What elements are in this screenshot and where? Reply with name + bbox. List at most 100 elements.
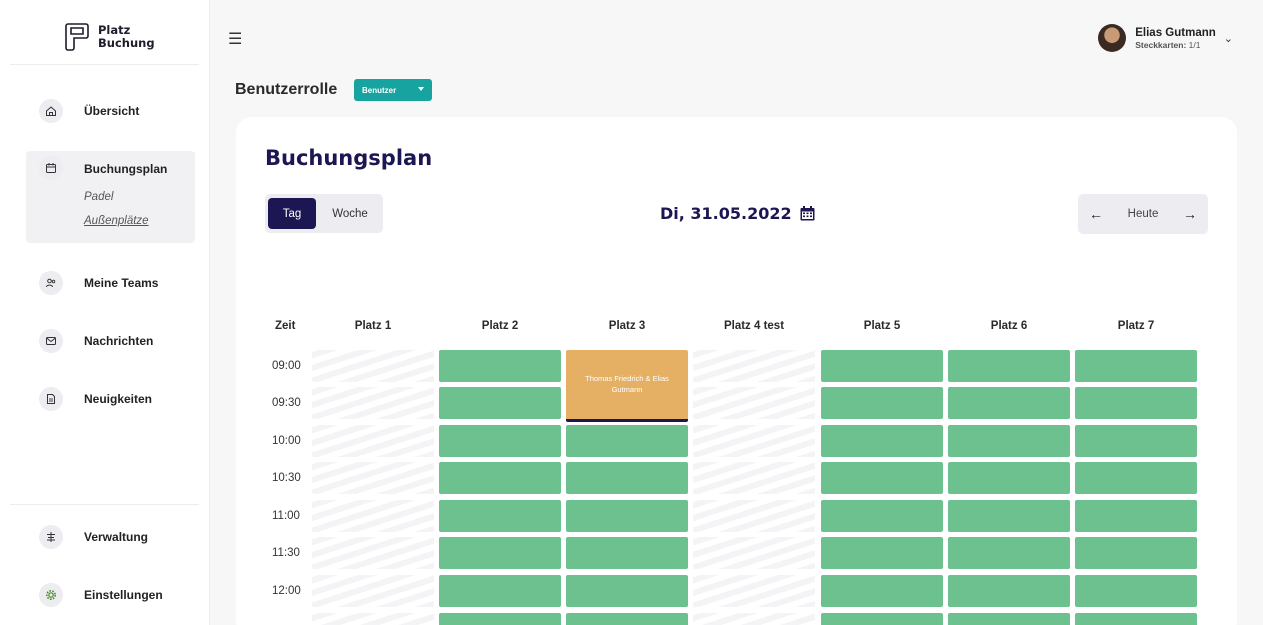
court-header: Platz 4 test xyxy=(723,320,785,332)
gear-icon xyxy=(39,583,63,607)
blocked-slot xyxy=(312,537,434,569)
free-slot[interactable] xyxy=(1075,613,1197,625)
free-slot[interactable] xyxy=(566,613,688,625)
free-slot[interactable] xyxy=(948,425,1070,457)
sidebar-item-meine-teams[interactable]: Meine Teams xyxy=(26,269,195,297)
time-column-header: Zeit xyxy=(275,320,296,332)
free-slot[interactable] xyxy=(1075,500,1197,532)
free-slot[interactable] xyxy=(1075,537,1197,569)
free-slot[interactable] xyxy=(566,425,688,457)
today-button[interactable]: Heute xyxy=(1128,208,1159,220)
court-header: Platz 7 xyxy=(1117,320,1155,332)
court-header: Platz 5 xyxy=(863,320,901,332)
free-slot[interactable] xyxy=(1075,387,1197,419)
menu-icon[interactable]: ☰ xyxy=(228,29,242,49)
booking-slot[interactable]: Thomas Friedrich & Elias Gutmann xyxy=(566,350,688,422)
top-bar: ☰ Elias Gutmann Steckkarten: 1/1 ⌄ xyxy=(210,0,1263,64)
free-slot[interactable] xyxy=(439,613,561,625)
sliders-icon xyxy=(39,525,63,549)
caret-down-icon xyxy=(418,87,424,91)
sidebar-item-verwaltung[interactable]: Verwaltung xyxy=(26,523,195,551)
blocked-slot xyxy=(693,350,815,382)
sidebar-item-einstellungen[interactable]: Einstellungen xyxy=(26,581,195,609)
user-info: Elias Gutmann Steckkarten: 1/1 xyxy=(1135,27,1216,50)
sidebar-item-uebersicht[interactable]: Übersicht xyxy=(26,97,195,125)
court-header: Platz 1 xyxy=(354,320,392,332)
sidebar-item-neuigkeiten[interactable]: Neuigkeiten xyxy=(26,385,195,413)
app-logo[interactable]: Platz Buchung xyxy=(64,22,155,52)
free-slot[interactable] xyxy=(948,462,1070,494)
free-slot[interactable] xyxy=(821,425,943,457)
time-label: 09:30 xyxy=(272,397,301,409)
free-slot[interactable] xyxy=(948,350,1070,382)
sidebar-item-label: Einstellungen xyxy=(84,588,163,602)
free-slot[interactable] xyxy=(821,350,943,382)
sidebar-subitem-aussenplaetze[interactable]: Außenplätze xyxy=(84,215,149,227)
page-title: Buchungsplan xyxy=(265,146,433,170)
user-menu[interactable]: Elias Gutmann Steckkarten: 1/1 ⌄ xyxy=(1098,24,1233,52)
logo-line-1: Platz xyxy=(98,23,131,37)
blocked-slot xyxy=(693,462,815,494)
free-slot[interactable] xyxy=(566,575,688,607)
free-slot[interactable] xyxy=(566,462,688,494)
free-slot[interactable] xyxy=(821,537,943,569)
free-slot[interactable] xyxy=(948,537,1070,569)
blocked-slot xyxy=(312,613,434,625)
sidebar-item-label: Neuigkeiten xyxy=(84,392,153,406)
time-label: 12:00 xyxy=(272,585,301,597)
view-week-button[interactable]: Woche xyxy=(325,198,375,229)
free-slot[interactable] xyxy=(439,462,561,494)
blocked-slot xyxy=(312,425,434,457)
blocked-slot xyxy=(693,425,815,457)
free-slot[interactable] xyxy=(566,500,688,532)
blocked-slot xyxy=(312,500,434,532)
free-slot[interactable] xyxy=(821,387,943,419)
free-slot[interactable] xyxy=(439,387,561,419)
divider xyxy=(10,64,199,65)
free-slot[interactable] xyxy=(439,575,561,607)
date-navigation: ← Heute → xyxy=(1078,194,1208,234)
arrow-right-icon[interactable]: → xyxy=(1183,206,1197,222)
free-slot[interactable] xyxy=(439,500,561,532)
free-slot[interactable] xyxy=(1075,350,1197,382)
divider xyxy=(10,504,199,505)
free-slot[interactable] xyxy=(439,350,561,382)
free-slot[interactable] xyxy=(439,425,561,457)
booking-text: Thomas Friedrich & Elias Gutmann xyxy=(585,374,669,394)
sidebar-item-nachrichten[interactable]: Nachrichten xyxy=(26,327,195,355)
chevron-down-icon[interactable]: ⌄ xyxy=(1224,32,1233,45)
logo-text: Platz Buchung xyxy=(98,24,155,50)
role-dropdown[interactable]: Benutzer xyxy=(354,79,432,101)
role-selected: Benutzer xyxy=(362,85,397,95)
sidebar-subitem-padel[interactable]: Padel xyxy=(84,191,113,203)
view-toggle: Tag Woche xyxy=(265,194,383,233)
court-header: Platz 3 xyxy=(608,320,646,332)
free-slot[interactable] xyxy=(948,500,1070,532)
home-icon xyxy=(39,99,63,123)
role-label: Benutzerrolle xyxy=(235,81,338,98)
free-slot[interactable] xyxy=(1075,462,1197,494)
arrow-left-icon[interactable]: ← xyxy=(1089,206,1103,222)
court-header: Platz 2 xyxy=(481,320,519,332)
logo-line-2: Buchung xyxy=(98,36,155,50)
time-label: 09:00 xyxy=(272,360,301,372)
free-slot[interactable] xyxy=(821,500,943,532)
user-sub-value: 1/1 xyxy=(1188,39,1201,50)
free-slot[interactable] xyxy=(821,575,943,607)
free-slot[interactable] xyxy=(1075,575,1197,607)
free-slot[interactable] xyxy=(948,575,1070,607)
blocked-slot xyxy=(312,575,434,607)
date-display[interactable]: Di, 31.05.2022 xyxy=(660,204,816,223)
free-slot[interactable] xyxy=(948,387,1070,419)
free-slot[interactable] xyxy=(439,537,561,569)
free-slot[interactable] xyxy=(821,613,943,625)
free-slot[interactable] xyxy=(821,462,943,494)
calendar-icon[interactable] xyxy=(799,205,816,222)
date-text: Di, 31.05.2022 xyxy=(660,204,792,223)
document-icon xyxy=(39,387,63,411)
calendar-icon xyxy=(39,156,63,180)
view-day-button[interactable]: Tag xyxy=(268,198,316,229)
free-slot[interactable] xyxy=(566,537,688,569)
free-slot[interactable] xyxy=(948,613,1070,625)
free-slot[interactable] xyxy=(1075,425,1197,457)
